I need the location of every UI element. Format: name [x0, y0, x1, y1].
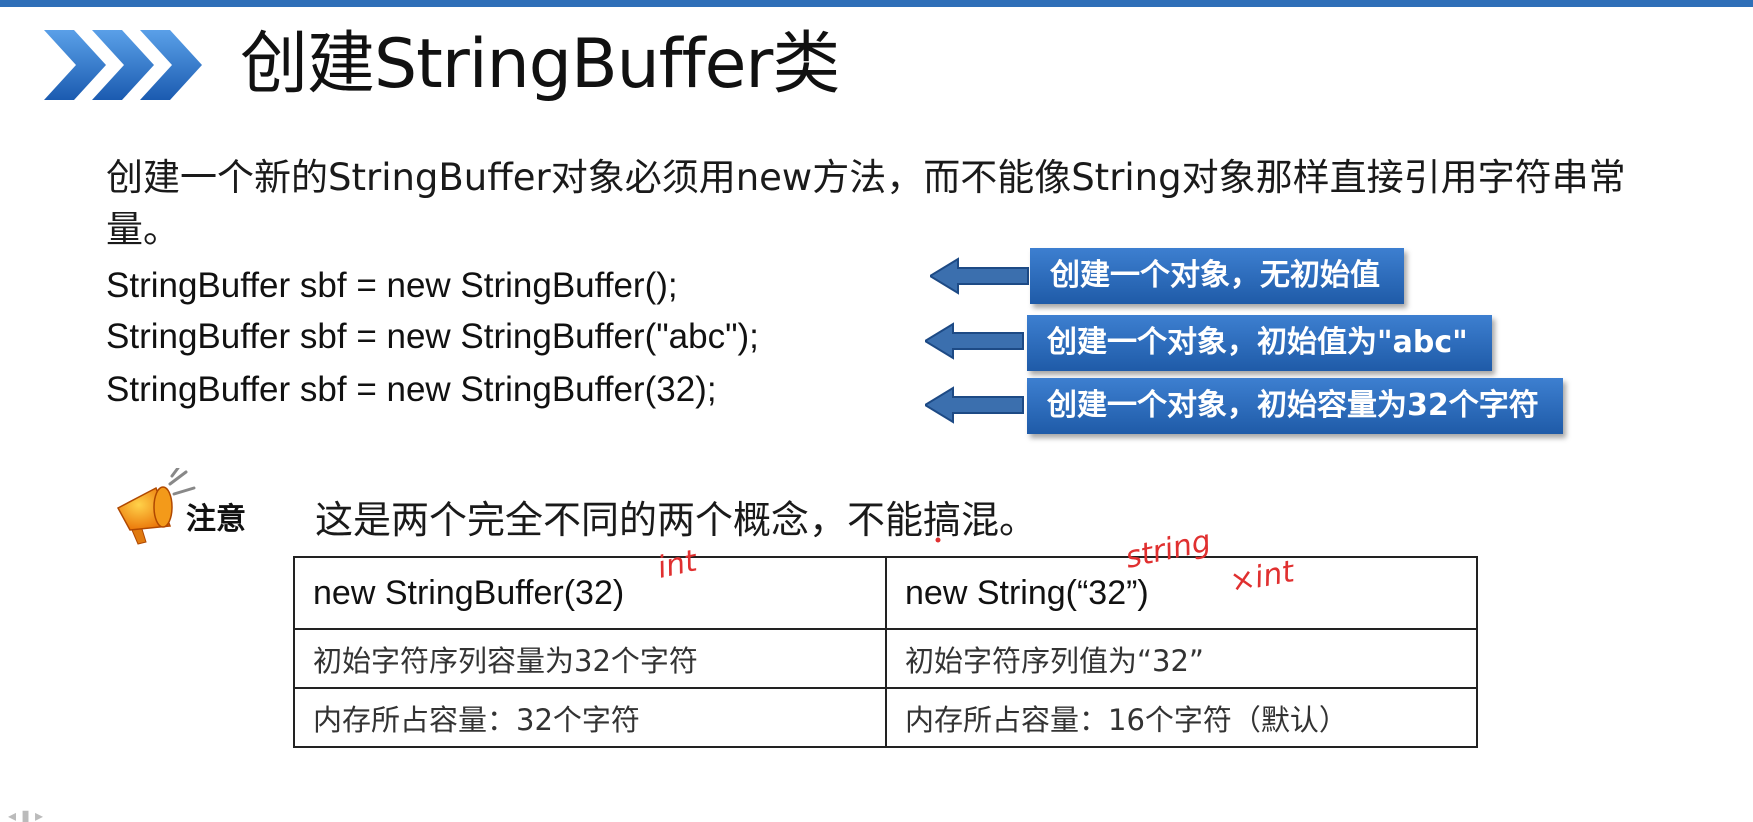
top-accent-bar [0, 0, 1753, 7]
callout-initial-capacity-32: 创建一个对象，初始容量为32个字符 [1027, 378, 1563, 434]
slide-title: 创建StringBuffer类 [240, 25, 840, 104]
code-line-string-arg: StringBuffer sbf = new StringBuffer("abc… [106, 317, 759, 356]
intro-paragraph: 创建一个新的StringBuffer对象必须用new方法，而不能像String对… [106, 156, 1626, 251]
table-cell: 内存所占容量：16个字符（默认） [885, 687, 1478, 748]
table-row: 内存所占容量：32个字符 内存所占容量：16个字符（默认） [293, 687, 1478, 748]
playback-controls[interactable]: ◂ ▮ ▸ [8, 806, 43, 822]
table-row: 初始字符序列容量为32个字符 初始字符序列值为“32” [293, 628, 1478, 689]
table-header-cell-string: new String(“32”) [885, 556, 1478, 630]
chevron-arrows-icon [44, 30, 202, 100]
callout-initial-value-abc: 创建一个对象，初始值为"abc" [1027, 315, 1492, 371]
note-label: 注意 [186, 502, 246, 537]
callout-no-initial-value: 创建一个对象，无初始值 [1030, 248, 1404, 304]
table-cell: 初始字符序列值为“32” [885, 628, 1478, 689]
left-arrow-icon [925, 386, 1024, 424]
table-header-cell-stringbuffer: new StringBuffer(32) [293, 556, 887, 630]
comparison-table: new StringBuffer(32) new String(“32”) 初始… [293, 556, 1478, 748]
left-arrow-icon [925, 322, 1024, 360]
table-row: new StringBuffer(32) new String(“32”) [293, 556, 1478, 630]
table-cell: 内存所占容量：32个字符 [293, 687, 887, 748]
code-line-int-arg: StringBuffer sbf = new StringBuffer(32); [106, 370, 717, 409]
note-text: 这是两个完全不同的两个概念，不能搞混。 [315, 498, 1038, 542]
left-arrow-icon [930, 257, 1029, 295]
table-cell: 初始字符序列容量为32个字符 [293, 628, 887, 689]
code-line-no-arg: StringBuffer sbf = new StringBuffer(); [106, 266, 678, 305]
